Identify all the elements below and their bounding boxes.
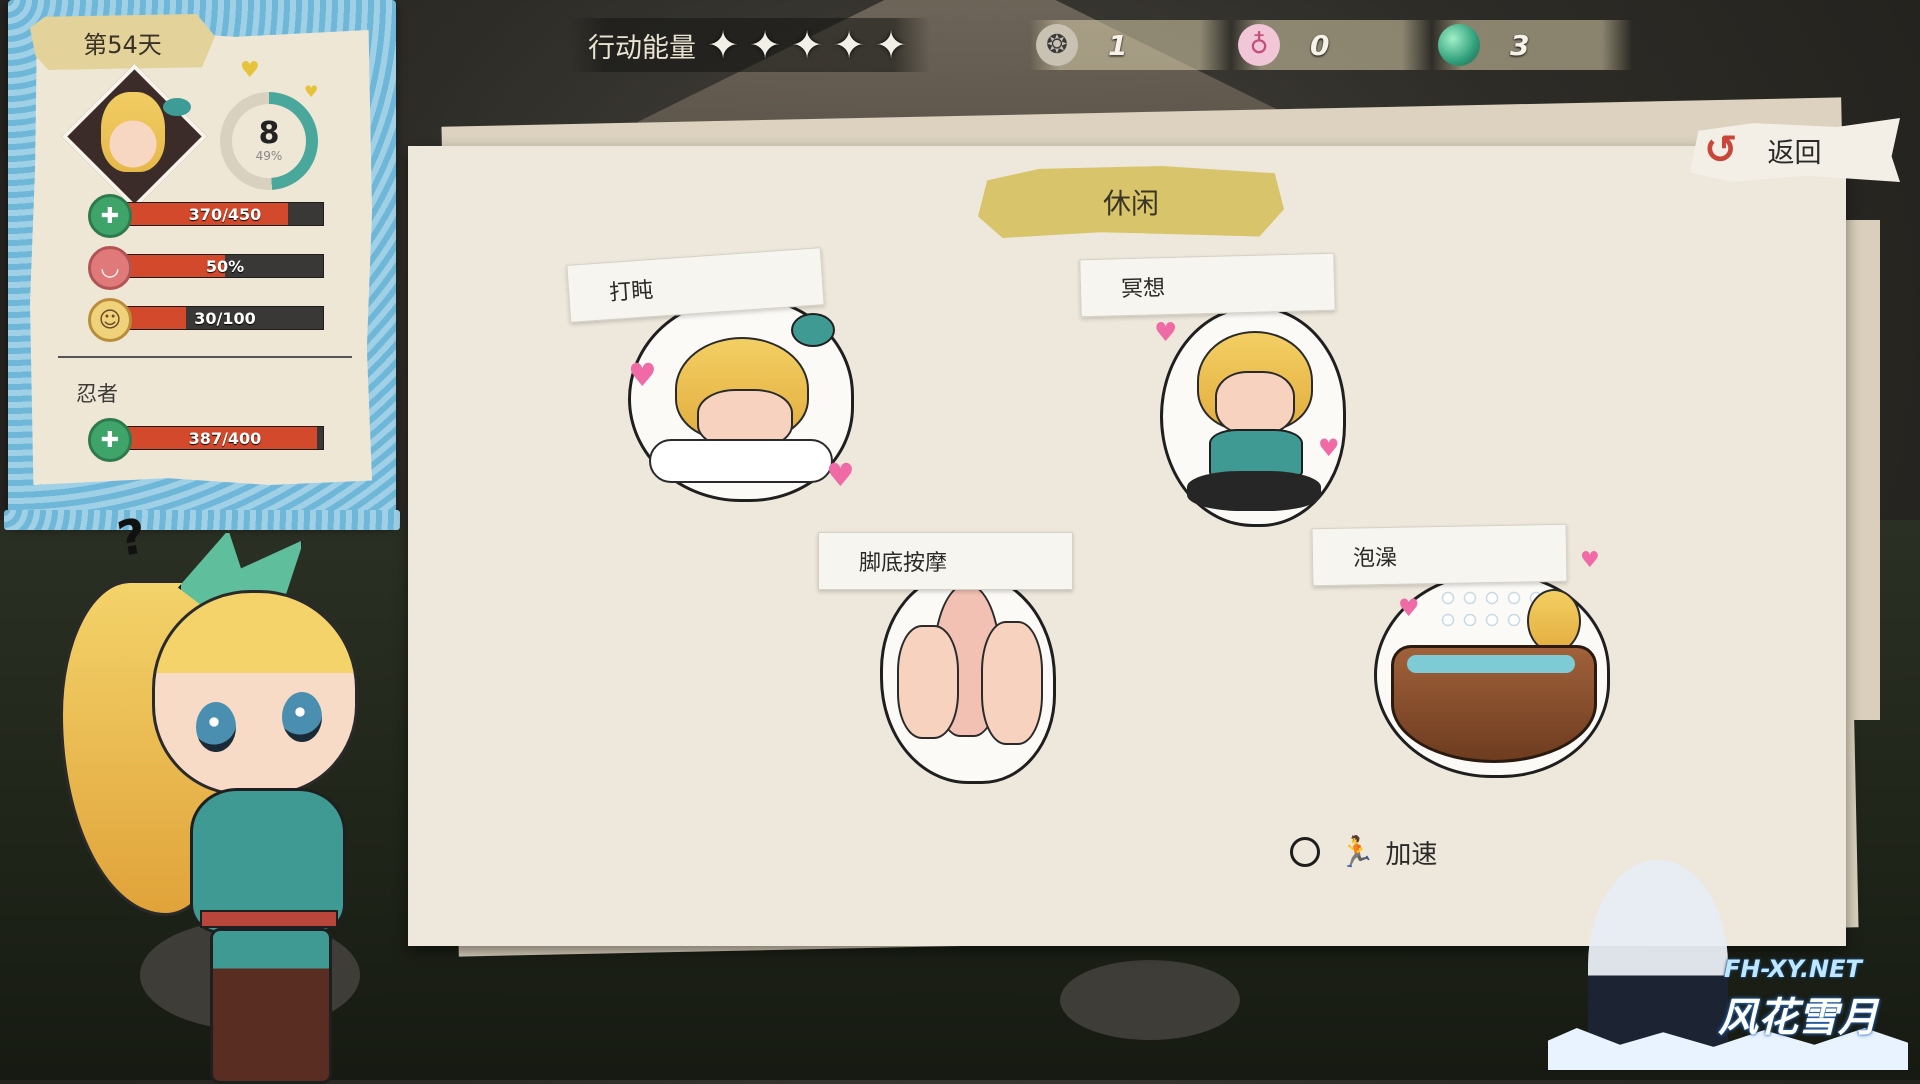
running-ninja-icon: 🏃 <box>1338 834 1376 870</box>
heart-icon: ♥ <box>1580 548 1600 573</box>
heart-icon: ♥ <box>826 456 855 494</box>
shuriken-icon: ✦ <box>749 23 781 67</box>
heart-icon: ♥ <box>240 58 260 83</box>
heal-cross-icon: ✚ <box>88 418 132 462</box>
chibi-eye-right <box>282 692 322 742</box>
hand-left <box>897 625 959 739</box>
action-energy: 行动能量 ✦ ✦ ✦ ✦ ✦ <box>570 18 930 72</box>
meditate-illustration <box>1160 306 1346 527</box>
shuriken-icon: ✦ <box>707 23 739 67</box>
class-hp-stat: ✚ 387/400 <box>88 418 324 462</box>
heart-icon: ♥ <box>1318 434 1340 462</box>
meditate-legs <box>1187 471 1321 511</box>
nap-bow <box>791 313 835 347</box>
heart-icon: ♥ <box>628 356 657 394</box>
class-name: 忍者 <box>76 382 118 406</box>
return-label: 返回 <box>1767 137 1822 169</box>
mood-bar: 30/100 <box>126 306 324 330</box>
chibi-legs <box>210 928 332 1084</box>
heal-cross-icon: ✚ <box>88 194 132 238</box>
gem-icon: ● <box>1438 24 1480 66</box>
lips-icon: ◡ <box>88 246 132 290</box>
energy-label: 行动能量 <box>588 32 696 64</box>
panel-title: 休闲 <box>978 166 1284 238</box>
watermark-site: FH-XY.NET <box>1724 955 1862 983</box>
lust-stat: ◡ 50% <box>88 246 324 290</box>
bath-hair <box>1527 589 1581 653</box>
activity-label-meditate: 冥想 <box>1079 252 1336 318</box>
back-arrow-icon: ↺ <box>1704 127 1738 173</box>
lust-bar: 50% <box>126 254 324 278</box>
speed-label: 加速 <box>1385 839 1438 870</box>
status-panel: 第54天 ♥ ♥ 8 49% ✚ 370/450 ◡ 50% ☺ 30/100 <box>8 0 396 525</box>
money-bag-icon: ❂ <box>1036 24 1078 66</box>
watermark: FH-XY.NET 风花雪月 <box>1548 860 1908 1070</box>
potion-value: 0 <box>1310 28 1330 62</box>
panel-backing <box>1840 220 1880 720</box>
resource-money: ❂ 1 <box>1030 20 1230 70</box>
chibi-head <box>152 590 358 796</box>
level-percent: 49% <box>255 149 283 163</box>
mood-stat: ☺ 30/100 <box>88 298 324 342</box>
mood-bar-text: 30/100 <box>194 308 256 328</box>
heart-icon: ♥ <box>1398 594 1420 622</box>
activity-meditate[interactable]: ♥ ♥ 冥想 <box>1079 252 1370 527</box>
speed-checkbox[interactable] <box>1290 837 1320 867</box>
character-face-icon: ☺ <box>88 298 132 342</box>
money-value: 1 <box>1108 28 1128 62</box>
shuriken-icon: ✦ <box>791 23 823 67</box>
meditate-body <box>1209 429 1303 477</box>
chibi-eye-left <box>196 702 236 752</box>
heart-icon: ♥ <box>304 82 319 101</box>
lust-bar-text: 50% <box>205 256 245 276</box>
status-divider <box>58 356 352 358</box>
activity-label-foot-massage: 脚底按摩 <box>818 532 1073 590</box>
leisure-panel: 休闲 ♥ ♥ 打盹 ♥ ♥ 冥想 脚底按摩 ♥ ♥ 泡澡 <box>408 146 1846 946</box>
hp-bar-text: 370/450 <box>188 204 262 224</box>
shuriken-icon: ✦ <box>875 23 907 67</box>
return-button[interactable]: ↺ 返回 <box>1690 118 1900 182</box>
level-value: 8 <box>258 116 280 151</box>
speed-toggle[interactable]: 🏃 加速 <box>1290 832 1437 872</box>
foot-massage-illustration <box>880 572 1056 784</box>
hp-stat: ✚ 370/450 <box>88 194 324 238</box>
shuriken-icon: ✦ <box>833 23 865 67</box>
level-ring-inner: 8 49% <box>232 104 306 178</box>
chibi-belt <box>200 910 338 928</box>
question-mark-icon: ? <box>113 508 151 568</box>
class-hp-bar-text: 387/400 <box>188 428 262 448</box>
activity-nap[interactable]: ♥ ♥ 打盹 <box>566 247 868 526</box>
nap-pillow <box>649 439 833 483</box>
resource-gem: ● 3 <box>1432 20 1632 70</box>
bath-water <box>1407 655 1575 673</box>
chibi-character: ? <box>60 470 420 1084</box>
nap-illustration <box>628 296 854 502</box>
watermark-name: 风花雪月 <box>1718 995 1878 1041</box>
heart-icon: ♥ <box>1154 318 1178 348</box>
activity-foot-massage[interactable]: 脚底按摩 <box>818 532 1078 784</box>
gem-value: 3 <box>1510 28 1530 62</box>
day-counter: 第54天 <box>30 14 215 70</box>
class-hp-bar: 387/400 <box>126 426 324 450</box>
character-portrait[interactable] <box>61 63 208 210</box>
level-ring: 8 49% <box>220 92 318 190</box>
portrait-face <box>101 92 165 172</box>
hp-bar: 370/450 <box>126 202 324 226</box>
meditate-face <box>1215 371 1295 435</box>
background-rock <box>1060 960 1240 1040</box>
activity-label-bath: 泡澡 <box>1311 523 1568 587</box>
resource-potion: ♁ 0 <box>1232 20 1432 70</box>
portrait-bow <box>163 98 191 116</box>
activity-bath[interactable]: ♥ ♥ 泡澡 <box>1311 523 1612 786</box>
hand-right <box>981 621 1043 745</box>
potion-icon: ♁ <box>1238 24 1280 66</box>
